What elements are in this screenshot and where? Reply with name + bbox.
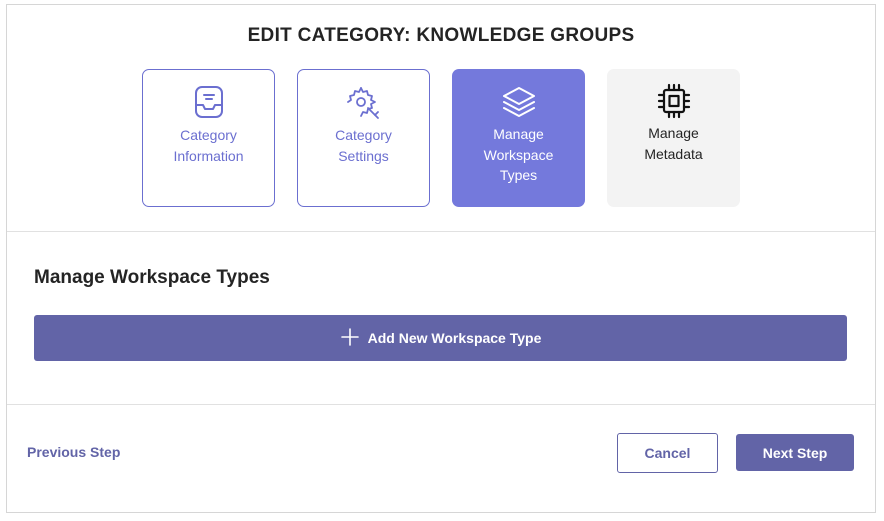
step-manage-workspace-types[interactable]: Manage Workspace Types <box>452 69 585 207</box>
step-category-settings[interactable]: Category Settings <box>297 69 430 207</box>
section-title: Manage Workspace Types <box>34 267 270 288</box>
step-label: Manage Workspace Types <box>483 126 554 183</box>
step-label: Manage Metadata <box>644 125 703 162</box>
add-button-label: Add New Workspace Type <box>367 330 542 346</box>
next-step-button[interactable]: Next Step <box>736 434 854 471</box>
plus-icon <box>340 327 360 350</box>
edit-category-dialog: EDIT CATEGORY: KNOWLEDGE GROUPS Category… <box>6 4 876 513</box>
step-category-information[interactable]: Category Information <box>142 69 275 207</box>
cancel-button[interactable]: Cancel <box>617 433 718 473</box>
step-manage-metadata[interactable]: Manage Metadata <box>607 69 740 207</box>
step-label: Category Settings <box>335 127 392 164</box>
inbox-tray-icon <box>143 84 274 120</box>
dialog-title: EDIT CATEGORY: KNOWLEDGE GROUPS <box>247 25 635 46</box>
step-label: Category Information <box>173 127 244 164</box>
layers-icon <box>452 83 585 119</box>
header-divider <box>7 231 875 232</box>
add-new-workspace-type-button[interactable]: Add New Workspace Type <box>34 315 847 361</box>
wrench-settings-icon <box>298 84 429 120</box>
previous-step-link[interactable]: Previous Step <box>27 444 120 460</box>
chip-icon <box>607 83 740 119</box>
footer-divider <box>7 404 875 405</box>
